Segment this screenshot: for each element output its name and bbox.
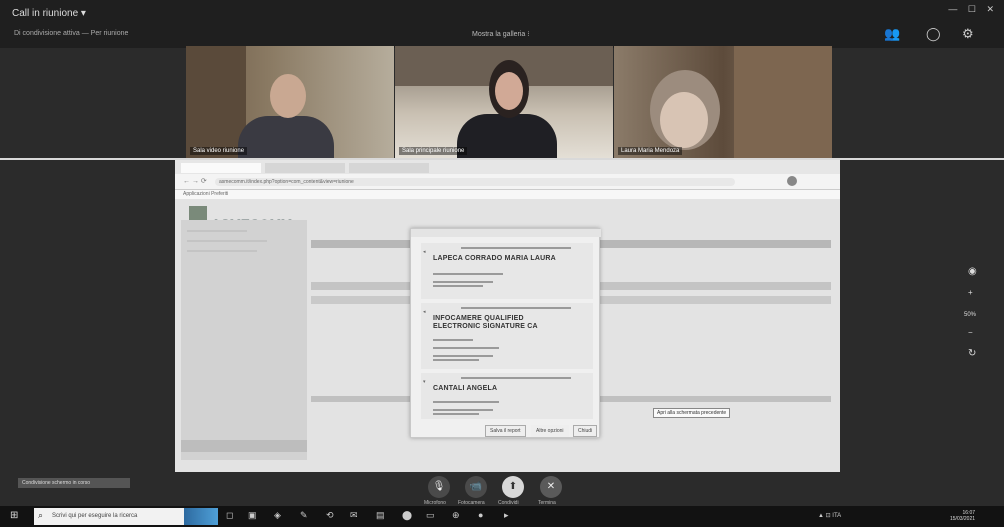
background-bookshelf bbox=[734, 46, 832, 158]
person-body bbox=[457, 114, 557, 158]
signer-block[interactable]: ◂ LAPECA CORRADO MARIA LAURA bbox=[421, 243, 593, 299]
signer-detail-line bbox=[433, 355, 493, 357]
teams-icon[interactable]: ● bbox=[478, 510, 483, 520]
more-options-icon[interactable]: ⚙ bbox=[962, 26, 974, 42]
person-body bbox=[238, 116, 334, 158]
sidebar-line bbox=[187, 240, 267, 242]
file-explorer-icon[interactable]: ▣ bbox=[248, 510, 257, 521]
right-control-rail: ◉ + 50% − ↻ bbox=[962, 262, 986, 372]
taskbar-app-icon[interactable]: ⬤ bbox=[402, 510, 412, 521]
taskbar-app-icon[interactable]: ⟲ bbox=[326, 510, 334, 521]
participant-tile[interactable]: Sala principale riunione bbox=[395, 46, 613, 158]
meeting-title[interactable]: Call in riunione ▾ bbox=[12, 8, 86, 19]
meeting-topbar bbox=[0, 0, 1004, 48]
expand-arrow-icon[interactable]: ▾ bbox=[423, 379, 426, 385]
meeting-subtitle: Di condivisione attiva — Per riunione bbox=[14, 30, 129, 37]
background-wall bbox=[186, 46, 246, 158]
site-sidebar bbox=[181, 220, 307, 460]
share-screen-icon[interactable]: ⬆ bbox=[502, 476, 524, 498]
browser-tab[interactable] bbox=[349, 163, 429, 173]
address-input[interactable]: asmecomm.it/index.php?option=com_content… bbox=[215, 178, 735, 186]
profile-avatar[interactable] bbox=[787, 176, 797, 186]
taskbar-search-box[interactable]: ⌕ Scrivi qui per eseguire la ricerca bbox=[34, 508, 184, 525]
save-report-button[interactable]: Salva il report bbox=[485, 425, 526, 437]
signer-name: CANTALI ANGELA bbox=[433, 385, 498, 392]
participant-label: Laura Maria Mendoza bbox=[618, 147, 683, 155]
shared-screen: ← → ⟳ asmecomm.it/index.php?option=com_c… bbox=[175, 160, 840, 472]
view-toggle-button[interactable]: Mostra la galleria ⁝ bbox=[472, 30, 529, 38]
rotate-icon[interactable]: ↻ bbox=[968, 348, 976, 359]
expand-arrow-icon[interactable]: ◂ bbox=[423, 249, 426, 255]
taskbar-app-icon[interactable]: ⊕ bbox=[452, 510, 460, 521]
browser-tab[interactable] bbox=[265, 163, 345, 173]
bookmarks-bar[interactable]: Applicazioni Preferiti bbox=[175, 190, 840, 199]
back-icon[interactable]: ← → ⟳ bbox=[183, 177, 207, 185]
participant-label: Sala principale riunione bbox=[399, 147, 468, 155]
taskbar-app-icon[interactable]: ▭ bbox=[426, 510, 435, 521]
signer-block[interactable]: ◂ INFOCAMERE QUALIFIED ELECTRONIC SIGNAT… bbox=[421, 303, 593, 369]
dialog-header bbox=[411, 229, 601, 237]
signer-name: LAPECA CORRADO MARIA LAURA bbox=[433, 255, 556, 262]
close-dialog-button[interactable]: Chiudi bbox=[573, 425, 598, 437]
camera-icon[interactable]: 📹 bbox=[465, 476, 487, 498]
signer-detail-line bbox=[433, 281, 493, 283]
participant-tile[interactable]: Laura Maria Mendoza bbox=[614, 46, 832, 158]
taskbar-app-icon[interactable]: ✉ bbox=[350, 510, 358, 521]
taskbar-app-icon[interactable]: ▸ bbox=[504, 510, 509, 521]
sidebar-footer bbox=[181, 440, 307, 452]
meeting-window: Call in riunione ▾ Di condivisione attiv… bbox=[0, 0, 1004, 527]
signer-detail-line bbox=[433, 409, 493, 411]
sidebar-line bbox=[187, 250, 257, 252]
browser-tab-strip bbox=[175, 160, 840, 174]
signer-detail-line bbox=[433, 401, 499, 403]
signer-header-line bbox=[461, 377, 571, 379]
participant-label: Sala video riunione bbox=[190, 147, 248, 155]
person-head bbox=[270, 74, 306, 118]
signer-detail-line bbox=[433, 413, 479, 415]
clock-date: 15/03/2021 bbox=[950, 516, 976, 522]
taskbar-app-icon[interactable]: ◈ bbox=[274, 510, 281, 521]
expand-arrow-icon[interactable]: ◂ bbox=[423, 309, 426, 315]
browser-tab[interactable] bbox=[181, 163, 261, 173]
participants-icon[interactable]: 👥 bbox=[884, 26, 900, 42]
signer-detail-line bbox=[433, 273, 503, 275]
windows-start-icon[interactable]: ⊞ bbox=[10, 510, 18, 521]
window-controls[interactable]: — ☐ ✕ bbox=[948, 4, 998, 15]
participant-tile[interactable]: Sala video riunione bbox=[186, 46, 394, 158]
signer-detail-line bbox=[433, 347, 499, 349]
more-options-button[interactable]: Altre opzioni bbox=[531, 425, 569, 437]
end-call-icon[interactable]: ✕ bbox=[540, 476, 562, 498]
search-icon: ⌕ bbox=[38, 510, 44, 520]
taskbar-app-icon[interactable]: ✎ bbox=[300, 510, 308, 521]
signer-detail-line bbox=[433, 285, 483, 287]
task-view-icon[interactable]: ◻ bbox=[226, 510, 233, 521]
taskbar-app-icon[interactable]: ▤ bbox=[376, 510, 385, 521]
signer-header-line bbox=[461, 307, 571, 309]
sharing-notice[interactable]: Condivisione schermo in corso bbox=[18, 478, 130, 488]
tooltip: Apri alla schermata precedente bbox=[653, 408, 731, 418]
zoom-in-icon[interactable]: + bbox=[968, 288, 973, 297]
signer-block[interactable]: ▾ CANTALI ANGELA bbox=[421, 373, 593, 419]
zoom-out-icon[interactable]: − bbox=[968, 328, 973, 337]
zoom-level: 50% bbox=[964, 312, 977, 318]
signer-detail-line bbox=[433, 339, 473, 341]
microphone-icon[interactable]: 🎙 bbox=[428, 476, 450, 498]
search-input[interactable]: Scrivi qui per eseguire la ricerca bbox=[52, 513, 137, 519]
signer-header-line bbox=[461, 247, 571, 249]
person-head bbox=[495, 72, 523, 110]
chat-icon[interactable]: ◯ bbox=[926, 26, 941, 42]
system-tray[interactable]: ▲ ⊡ ITA bbox=[818, 512, 841, 519]
camera-icon[interactable]: ◉ bbox=[968, 266, 977, 277]
person-head bbox=[660, 92, 708, 148]
signer-name: INFOCAMERE QUALIFIED ELECTRONIC SIGNATUR… bbox=[433, 315, 538, 330]
taskbar-clock[interactable]: 16:07 15/03/2021 bbox=[950, 510, 975, 522]
sidebar-line bbox=[187, 230, 247, 232]
news-widget[interactable] bbox=[184, 508, 218, 525]
signer-detail-line bbox=[433, 359, 479, 361]
signature-dialog: ◂ LAPECA CORRADO MARIA LAURA ◂ INFOCAMER… bbox=[410, 228, 601, 438]
